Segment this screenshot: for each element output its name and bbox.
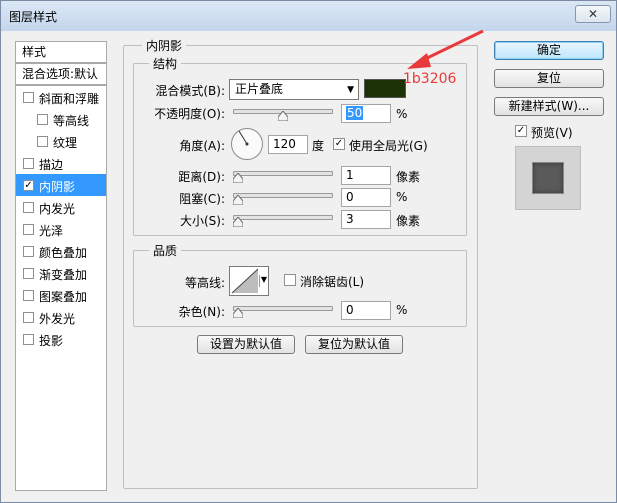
effect-checkbox[interactable] (37, 136, 48, 147)
noise-input[interactable]: 0 (341, 301, 391, 320)
distance-label: 距离(D): (178, 170, 225, 184)
noise-slider-track[interactable] (233, 306, 333, 311)
effect-label: 外发光 (39, 312, 76, 326)
panel-title: 内阴影 (142, 37, 187, 54)
choke-percent: % (396, 190, 408, 204)
effect-label: 图案叠加 (39, 290, 88, 304)
effect-checkbox[interactable] (23, 246, 34, 257)
reset-default-button[interactable]: 复位为默认值 (305, 335, 403, 354)
size-label: 大小(S): (179, 214, 225, 228)
effect-checkbox[interactable] (37, 114, 48, 125)
title-bar: 图层样式 ✕ (1, 1, 616, 31)
distance-input[interactable]: 1 (341, 166, 391, 185)
effect-item[interactable]: 投影 (16, 328, 106, 350)
layer-style-dialog: 图层样式 ✕ 样式 混合选项:默认 斜面和浮雕等高线纹理描边 ✓ 内阴影内发光光泽颜… (0, 0, 617, 503)
choke-label: 阻塞(C): (179, 192, 225, 206)
effect-checkbox[interactable] (23, 158, 34, 169)
style-preview (515, 146, 581, 210)
noise-slider-thumb[interactable] (233, 308, 243, 318)
effect-label: 投影 (39, 334, 64, 348)
opacity-label: 不透明度(O): (154, 107, 225, 121)
choke-slider-thumb[interactable] (233, 195, 243, 205)
global-light-label: 使用全局光(G) (349, 139, 428, 153)
quality-legend: 品质 (149, 242, 182, 259)
window-title: 图层样式 (9, 10, 58, 24)
annotation-color-code: 1b3206 (403, 71, 457, 87)
effect-label: 纹理 (53, 136, 78, 150)
contour-linear-icon (231, 268, 259, 294)
size-unit: 像素 (396, 214, 421, 228)
opacity-slider-thumb[interactable] (278, 111, 288, 121)
effect-label: 渐变叠加 (39, 268, 88, 282)
structure-legend: 结构 (149, 55, 182, 72)
distance-slider-track[interactable] (233, 171, 333, 176)
noise-percent: % (396, 303, 408, 317)
angle-input[interactable]: 120 (268, 135, 308, 154)
effect-label: 内发光 (39, 202, 76, 216)
effect-label: 内阴影 (39, 180, 76, 194)
angle-label: 角度(A): (179, 139, 225, 153)
effect-item[interactable]: 图案叠加 (16, 284, 106, 306)
effect-label: 描边 (39, 158, 64, 172)
preview-swatch (532, 162, 564, 194)
contour-label: 等高线: (184, 276, 225, 290)
antialias-checkbox[interactable] (284, 274, 296, 286)
ok-button[interactable]: 确定 (494, 41, 604, 60)
opacity-input[interactable]: 50 (341, 104, 391, 123)
effect-label: 等高线 (53, 114, 90, 128)
check-icon: ✓ (516, 125, 526, 136)
blend-mode-value: 正片叠底 (235, 82, 284, 96)
distance-unit: 像素 (396, 170, 421, 184)
blend-mode-label: 混合模式(B): (155, 84, 225, 98)
blend-mode-select[interactable]: 正片叠底 ▼ (229, 79, 359, 100)
effect-item[interactable]: 外发光 (16, 306, 106, 328)
preview-checkbox[interactable]: ✓ (515, 125, 527, 137)
effect-item[interactable]: ✓ 内阴影 (16, 174, 106, 196)
new-style-button[interactable]: 新建样式(W)... (494, 97, 604, 116)
effects-list: 斜面和浮雕等高线纹理描边 ✓ 内阴影内发光光泽颜色叠加渐变叠加图案叠加外发光投影 (15, 85, 107, 491)
effect-label: 光泽 (39, 224, 64, 238)
effect-checkbox[interactable] (23, 334, 34, 345)
contour-dropdown-arrow-icon[interactable]: ▼ (258, 275, 267, 287)
preview-label: 预览(V) (531, 126, 573, 140)
choke-slider-track[interactable] (233, 193, 333, 198)
effect-checkbox[interactable] (23, 224, 34, 235)
effect-item[interactable]: 光泽 (16, 218, 106, 240)
dropdown-arrow-icon: ▼ (347, 85, 354, 95)
size-slider-track[interactable] (233, 215, 333, 220)
effect-checkbox[interactable] (23, 202, 34, 213)
effect-checkbox[interactable] (23, 268, 34, 279)
size-slider-thumb[interactable] (233, 217, 243, 227)
reset-button[interactable]: 复位 (494, 69, 604, 88)
effect-item[interactable]: 等高线 (16, 108, 106, 130)
effect-label: 斜面和浮雕 (39, 92, 100, 106)
size-input[interactable]: 3 (341, 210, 391, 229)
effect-item[interactable]: 渐变叠加 (16, 262, 106, 284)
opacity-percent: % (396, 107, 408, 121)
effect-checkbox[interactable] (23, 290, 34, 301)
effect-item[interactable]: 颜色叠加 (16, 240, 106, 262)
effect-label: 颜色叠加 (39, 246, 88, 260)
global-light-checkbox[interactable]: ✓ (333, 138, 345, 150)
distance-slider-thumb[interactable] (233, 173, 243, 183)
effect-checkbox[interactable]: ✓ (23, 180, 34, 191)
choke-input[interactable]: 0 (341, 188, 391, 207)
check-icon: ✓ (334, 138, 344, 149)
contour-picker[interactable]: ▼ (229, 266, 269, 296)
effect-checkbox[interactable] (23, 92, 34, 103)
blend-options-item[interactable]: 混合选项:默认 (15, 63, 107, 85)
styles-header[interactable]: 样式 (15, 41, 107, 63)
effect-item[interactable]: 内发光 (16, 196, 106, 218)
effect-item[interactable]: 描边 (16, 152, 106, 174)
effect-item[interactable]: 斜面和浮雕 (16, 86, 106, 108)
set-default-button[interactable]: 设置为默认值 (197, 335, 295, 354)
effect-item[interactable]: 纹理 (16, 130, 106, 152)
angle-dial-icon[interactable] (230, 127, 264, 161)
degree-unit: 度 (312, 139, 325, 153)
effect-checkbox[interactable] (23, 312, 34, 323)
antialias-label: 消除锯齿(L) (300, 275, 365, 289)
close-button[interactable]: ✕ (575, 5, 611, 23)
noise-label: 杂色(N): (178, 305, 225, 319)
